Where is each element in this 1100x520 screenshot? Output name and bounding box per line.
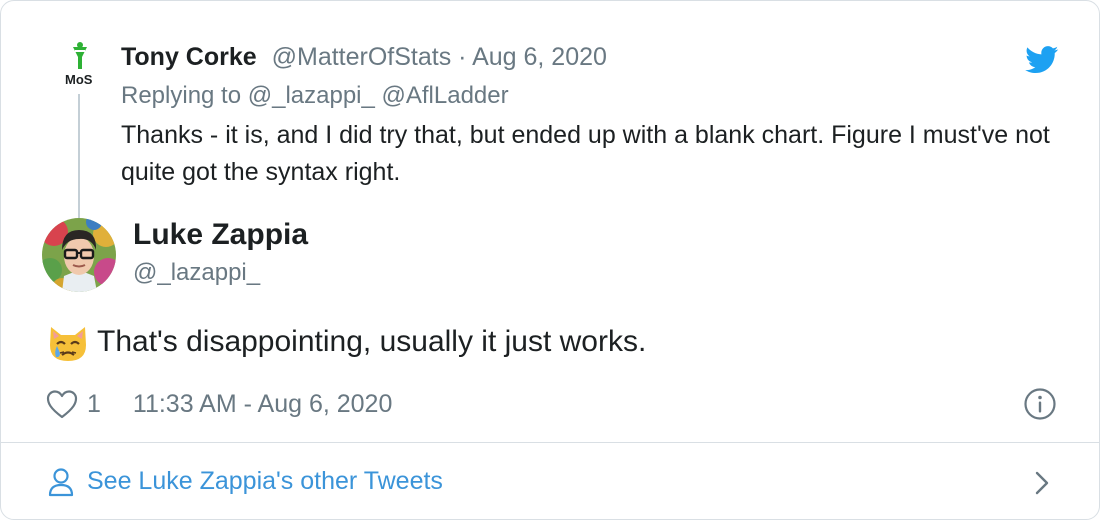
main-tweet-text: That's disappointing, usually it just wo… xyxy=(97,325,647,358)
heart-icon[interactable] xyxy=(45,388,79,420)
tweet-actions-row: 1 11:33 AM - Aug 6, 2020 xyxy=(45,386,392,422)
parent-tweet-text: Thanks - it is, and I did try that, but … xyxy=(121,121,1050,186)
replying-to-line[interactable]: Replying to @_lazappi_ @AflLadder xyxy=(121,82,509,110)
avatar-image xyxy=(42,218,116,292)
chevron-right-icon[interactable] xyxy=(1031,469,1053,497)
parent-tweet[interactable]: MoS Tony Corke @MatterOfStats · Aug 6, 2… xyxy=(1,1,1099,218)
tweet-embed-card: MoS Tony Corke @MatterOfStats · Aug 6, 2… xyxy=(0,0,1100,520)
person-icon xyxy=(48,468,74,497)
info-icon[interactable] xyxy=(1023,387,1057,421)
crying-cat-face-icon xyxy=(50,327,86,361)
main-tweet-body: That's disappointing, usually it just wo… xyxy=(45,319,646,365)
tweet-timestamp[interactable]: 11:33 AM - Aug 6, 2020 xyxy=(133,390,392,419)
thread-connector-line xyxy=(78,94,80,218)
parent-author-handle[interactable]: @MatterOfStats xyxy=(272,43,452,71)
avatar-label: MoS xyxy=(65,72,93,87)
main-author-name[interactable]: Luke Zappia xyxy=(133,218,308,252)
see-other-tweets-label[interactable]: See Luke Zappia's other Tweets xyxy=(87,467,443,496)
main-author-handle[interactable]: @_lazappi_ xyxy=(133,259,260,287)
like-count[interactable]: 1 xyxy=(87,390,101,419)
luke-zappia-avatar[interactable] xyxy=(42,218,116,292)
parent-tweet-date[interactable]: Aug 6, 2020 xyxy=(472,43,607,71)
twitter-bird-icon[interactable] xyxy=(1025,46,1059,74)
meta-separator: · xyxy=(451,43,473,71)
parent-author-name[interactable]: Tony Corke xyxy=(121,43,257,71)
parent-tweet-header: Tony Corke @MatterOfStats · Aug 6, 2020 xyxy=(121,43,607,72)
